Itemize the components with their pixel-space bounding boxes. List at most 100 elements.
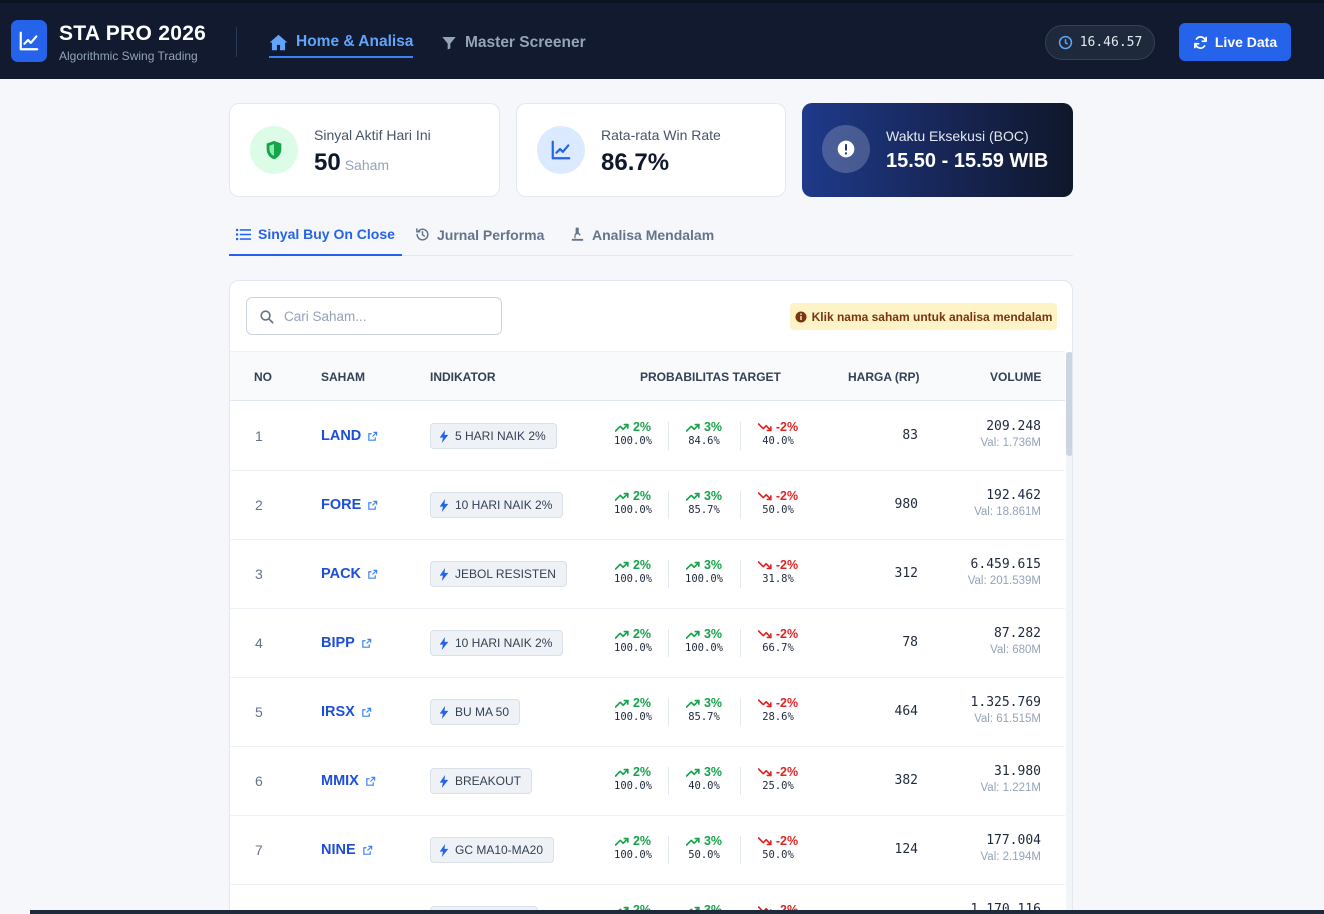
trend-up-icon [685,768,700,777]
prob-value: 100.0% [614,504,652,516]
stat-boc-label: Waktu Eksekusi (BOC) [886,128,1029,144]
stock-symbol-link[interactable]: NINE [321,842,373,858]
prob-label: 2% [632,420,652,434]
prob-target-2pct: 2% 100.0% [603,834,663,861]
clock-icon [1058,35,1072,50]
exclamation-icon [837,140,855,158]
external-link-icon [366,776,376,786]
prob-value: 100.0% [614,780,652,792]
stock-symbol-link[interactable]: PACK [321,566,378,582]
live-data-label: Live Data [1214,34,1278,50]
tab-jurnal-performa[interactable]: Jurnal Performa [415,214,544,255]
header-saham: SAHAM [321,370,365,384]
prob-value: 100.0% [614,849,652,861]
tab-sinyal-boc[interactable]: Sinyal Buy On Close [229,214,402,256]
prob-divider [740,491,741,519]
trend-up-icon [685,837,700,846]
prob-divider [740,560,741,588]
volume-value: 192.462 [986,488,1041,503]
prob-value: 84.6% [688,435,720,447]
volume-cell: 192.462 Val: 18.861M [974,488,1041,518]
stock-symbol: NINE [321,842,356,858]
prob-label: -2% [775,489,799,503]
stat-card-boc: Waktu Eksekusi (BOC) 15.50 - 15.59 WIB [802,103,1073,197]
prob-label: -2% [775,558,799,572]
value-traded: Val: 1.736M [980,437,1041,449]
bolt-icon [439,636,449,650]
table-header: NO SAHAM INDIKATOR PROBABILITAS TARGET H… [230,351,1065,401]
prob-value: 50.0% [688,849,720,861]
prob-value: 40.0% [688,780,720,792]
tab-analisa-mendalam[interactable]: Analisa Mendalam [570,214,714,255]
prob-value: 40.0% [762,435,794,447]
prob-label: 2% [632,765,652,779]
row-number: 3 [255,566,263,582]
indicator-label: BREAKOUT [455,774,522,788]
table-scrollbar[interactable] [1066,352,1072,914]
prob-value: 100.0% [614,711,652,723]
nav-master-screener[interactable]: Master Screener [441,30,586,56]
hint-badge: Klik nama saham untuk analisa mendalam [790,303,1057,330]
prob-target-2pct: 2% 100.0% [603,420,663,447]
stat-signals-value: 50 [314,149,341,176]
trend-up-icon [614,423,629,432]
trend-up-icon [614,561,629,570]
prob-label: 2% [632,489,652,503]
search-input[interactable] [284,308,484,324]
prob-target-3pct: 3% 84.6% [674,420,734,447]
prob-label: -2% [775,696,799,710]
trend-up-icon [614,630,629,639]
stat-icon-wrap [537,126,585,174]
prob-label: 2% [632,627,652,641]
price-value: 980 [894,497,918,512]
stock-symbol-link[interactable]: FORE [321,497,378,513]
stock-symbol-link[interactable]: BIPP [321,635,372,651]
table-row: 4 BIPP 10 HARI NAIK 2% 2% 100.0% 3% 100.0%… [230,609,1065,678]
nav-home-analisa[interactable]: Home & Analisa [269,30,414,58]
prob-target-minus2pct: -2% 50.0% [748,834,808,861]
indicator-label: 10 HARI NAIK 2% [455,498,553,512]
stat-card-signals: Sinyal Aktif Hari Ini 50 Saham [229,103,500,197]
prob-label: 3% [703,489,723,503]
prob-value: 85.7% [688,504,720,516]
stat-winrate-label: Rata-rata Win Rate [601,127,721,143]
prob-label: -2% [775,834,799,848]
app-logo[interactable] [11,20,47,62]
stat-signals-label: Sinyal Aktif Hari Ini [314,127,431,143]
stat-card-winrate: Rata-rata Win Rate 86.7% [516,103,786,197]
row-number: 2 [255,497,263,513]
prob-target-minus2pct: -2% 31.8% [748,558,808,585]
live-data-button[interactable]: Live Data [1179,23,1291,61]
stock-symbol-link[interactable]: MMIX [321,773,376,789]
trend-down-icon [757,767,772,776]
stat-winrate-value: 86.7% [601,149,670,176]
scrollbar-thumb[interactable] [1066,352,1072,456]
volume-cell: 87.282 Val: 680M [990,626,1041,656]
prob-label: 3% [703,627,723,641]
trend-down-icon [757,422,772,431]
prob-divider [740,836,741,864]
prob-target-minus2pct: -2% 25.0% [748,765,808,792]
nav-screener-label: Master Screener [465,34,586,51]
external-link-icon [362,638,372,648]
prob-target-3pct: 3% 40.0% [674,765,734,792]
stock-symbol-link[interactable]: IRSX [321,704,372,720]
prob-value: 100.0% [685,573,723,585]
table-row: 1 LAND 5 HARI NAIK 2% 2% 100.0% 3% 84.6% -… [230,402,1065,471]
bolt-icon [439,843,449,857]
prob-value: 25.0% [762,780,794,792]
indicator-tag: GC MA10-MA20 [430,837,555,863]
trend-down-icon [757,836,772,845]
header-no: NO [254,370,272,384]
value-traded: Val: 201.539M [967,575,1041,587]
value-traded: Val: 2.194M [980,851,1041,863]
volume-value: 1.325.769 [970,695,1041,710]
search-box[interactable] [246,297,502,335]
stat-signals-value-wrap: 50 Saham [314,149,389,177]
trend-up-icon [685,423,700,432]
tab-label: Jurnal Performa [437,226,545,243]
prob-divider [668,422,669,450]
value-traded: Val: 61.515M [974,713,1041,725]
app-title: STA PRO 2026 [59,22,207,45]
stock-symbol-link[interactable]: LAND [321,428,378,444]
